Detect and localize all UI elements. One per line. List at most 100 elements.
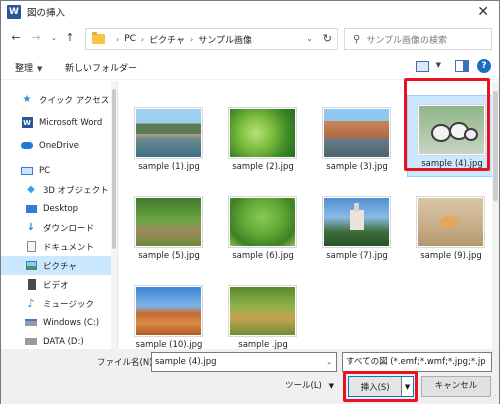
title-bar: W 図の挿入 ✕	[1, 1, 499, 23]
nav-item-label: 3D オブジェクト	[43, 185, 109, 196]
nav-item-label: PC	[39, 165, 51, 176]
back-arrow-icon[interactable]: ←	[9, 31, 23, 45]
star-icon: ★	[22, 94, 32, 105]
thumbnail-castle	[323, 197, 390, 247]
search-placeholder: サンプル画像の検索	[366, 35, 448, 46]
cube-icon: ◆	[27, 184, 35, 195]
file-name: sample (9).jpg	[420, 251, 482, 261]
content-scrollbar[interactable]	[492, 81, 499, 349]
file-list: sample (1).jpg sample (2).jpg sample (3)…	[119, 81, 499, 350]
help-icon[interactable]: ?	[477, 59, 491, 73]
recent-locations-chevron-icon[interactable]: ⌄	[47, 31, 61, 45]
insert-button[interactable]: 挿入(S) ▼	[348, 376, 414, 397]
file-item[interactable]: sample (6).jpg	[219, 188, 307, 270]
file-item[interactable]: sample (5).jpg	[125, 188, 213, 270]
thumbnail-leaf	[229, 108, 296, 158]
filetype-select[interactable]: すべての図 (*.emf;*.wmf;*.jpg;*.jp	[342, 352, 492, 372]
nav-item-label: ダウンロード	[43, 223, 95, 234]
thumbnail-desert	[135, 286, 202, 336]
file-item[interactable]: sample (7).jpg	[313, 188, 401, 270]
breadcrumb-separator-icon: ›	[140, 34, 145, 44]
download-icon: ↓	[26, 222, 36, 233]
nav-item-label: DATA (D:)	[43, 336, 84, 347]
cloud-icon	[21, 140, 33, 151]
insert-picture-dialog: W 図の挿入 ✕ ← → ⌄ ↑ › PC › ピクチャ › サンプル画像 ⌄ …	[0, 0, 500, 404]
address-bar[interactable]: › PC › ピクチャ › サンプル画像 ⌄ ↻	[85, 28, 338, 50]
breadcrumb-pc[interactable]: PC	[124, 34, 136, 44]
file-item[interactable]: sample (3).jpg	[313, 99, 401, 181]
file-item[interactable]: sample (9).jpg	[407, 188, 495, 270]
nav-item-pictures[interactable]: ピクチャ	[1, 256, 115, 275]
folder-icon	[92, 32, 105, 44]
insert-options-chevron-icon[interactable]: ▼	[401, 377, 413, 396]
close-icon[interactable]: ✕	[477, 4, 489, 20]
music-icon: ♪	[27, 297, 35, 310]
change-view-icon[interactable]	[416, 61, 429, 72]
chevron-down-icon: ▼	[37, 65, 43, 73]
file-item[interactable]: sample (10).jpg	[125, 277, 213, 359]
breadcrumb-sample-images[interactable]: サンプル画像	[198, 33, 252, 46]
breadcrumb-separator-icon: ›	[116, 34, 120, 44]
up-arrow-icon[interactable]: ↑	[63, 31, 77, 45]
tools-button[interactable]: ツール(L) ▼	[285, 379, 334, 391]
nav-item-microsoft-word[interactable]: W Microsoft Word	[1, 113, 115, 132]
thumbnail-ducklings	[418, 105, 485, 155]
drive-icon	[25, 317, 37, 328]
file-name: sample (2).jpg	[232, 162, 294, 172]
computer-icon	[21, 165, 33, 176]
nav-scrollbar[interactable]	[111, 81, 117, 349]
file-item[interactable]: sample (2).jpg	[219, 99, 307, 181]
refresh-icon[interactable]: ↻	[323, 32, 332, 45]
word-icon: W	[21, 117, 33, 128]
thumbnail-autumn-path	[229, 286, 296, 336]
nav-item-onedrive[interactable]: OneDrive	[1, 136, 115, 155]
file-item[interactable]: sample (1).jpg	[125, 99, 213, 181]
command-toolbar: 整理 ▼ 新しいフォルダー ▼ ?	[1, 55, 499, 80]
nav-item-desktop[interactable]: Desktop	[1, 199, 115, 218]
new-folder-button[interactable]: 新しいフォルダー	[65, 61, 137, 74]
organize-button[interactable]: 整理 ▼	[15, 61, 42, 74]
nav-item-pc[interactable]: PC	[1, 161, 115, 180]
nav-item-documents[interactable]: ドキュメント	[1, 237, 115, 256]
nav-item-label: ピクチャ	[43, 261, 77, 272]
file-name: sample (3).jpg	[326, 162, 388, 172]
video-icon	[25, 279, 37, 290]
nav-item-videos[interactable]: ビデオ	[1, 275, 115, 294]
file-name: sample (7).jpg	[326, 251, 388, 261]
thumbnail-tree	[229, 197, 296, 247]
view-options-chevron-icon[interactable]: ▼	[436, 61, 441, 69]
nav-item-label: Microsoft Word	[39, 117, 103, 128]
thumbnail-crab	[417, 197, 484, 247]
dialog-footer: ファイル名(N): sample (4).jpg ⌄ すべての図 (*.emf;…	[1, 349, 499, 404]
nav-item-windows-c[interactable]: Windows (C:)	[1, 313, 115, 332]
file-name: sample (4).jpg	[421, 159, 483, 169]
file-item-selected[interactable]: sample (4).jpg	[407, 95, 495, 177]
file-item[interactable]: sample .jpg	[219, 277, 307, 359]
file-name: sample (1).jpg	[138, 162, 200, 172]
resize-grip-icon[interactable]: ⋰	[490, 394, 497, 402]
nav-item-downloads[interactable]: ↓ ダウンロード	[1, 218, 115, 237]
nav-item-label: ビデオ	[43, 280, 69, 291]
thumbnail-city	[323, 108, 390, 158]
address-dropdown-icon[interactable]: ⌄	[306, 34, 313, 43]
preview-pane-icon[interactable]	[455, 60, 469, 72]
chevron-down-icon: ▼	[328, 382, 334, 390]
nav-item-quick-access[interactable]: ★ クイック アクセス	[1, 90, 115, 109]
nav-item-3d-objects[interactable]: ◆ 3D オブジェクト	[1, 180, 115, 199]
pictures-icon	[25, 260, 37, 271]
cancel-button[interactable]: キャンセル	[421, 376, 491, 397]
filename-history-chevron-icon[interactable]: ⌄	[326, 353, 332, 371]
filename-input[interactable]: sample (4).jpg ⌄	[151, 352, 337, 372]
thumbnail-canal	[135, 108, 202, 158]
nav-item-label: Desktop	[43, 203, 79, 214]
nav-item-label: Windows (C:)	[43, 317, 100, 328]
desktop-icon	[25, 203, 37, 214]
nav-item-label: ドキュメント	[43, 242, 95, 253]
search-box[interactable]: ⚲ サンプル画像の検索	[344, 28, 492, 50]
address-row: ← → ⌄ ↑ › PC › ピクチャ › サンプル画像 ⌄ ↻ ⚲ サンプル画…	[1, 23, 499, 55]
nav-item-music[interactable]: ♪ ミュージック	[1, 294, 115, 313]
navigation-pane: ★ クイック アクセス W Microsoft Word OneDrive PC…	[1, 81, 118, 349]
forward-arrow-icon[interactable]: →	[29, 31, 43, 45]
search-icon: ⚲	[353, 33, 361, 45]
breadcrumb-pictures[interactable]: ピクチャ	[149, 33, 185, 46]
